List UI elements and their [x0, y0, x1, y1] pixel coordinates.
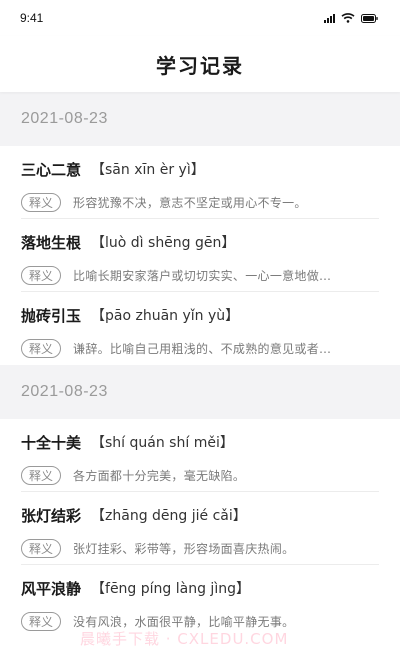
record-item[interactable]: 落地生根 【luò dì shēng gēn】 释义 比喻长期安家落户或切切实实…: [21, 219, 379, 292]
idiom-definition: 形容犹豫不决，意志不坚定或用心不专一。: [73, 195, 307, 210]
record-list: 三心二意 【sān xīn èr yì】 释义 形容犹豫不决，意志不坚定或用心不…: [0, 146, 400, 365]
date-label: 2021-08-23: [21, 110, 108, 127]
definition-tag: 释义: [21, 265, 62, 285]
status-time: 9:41: [20, 11, 44, 25]
idiom-definition: 各方面都十分完美，毫无缺陷。: [73, 468, 246, 483]
date-label: 2021-08-23: [21, 383, 108, 400]
record-item[interactable]: 十全十美 【shí quán shí měi】 释义 各方面都十分完美，毫无缺陷…: [21, 419, 379, 492]
definition-tag: 释义: [21, 338, 62, 358]
record-item[interactable]: 张灯结彩 【zhāng dēng jié cǎi】 释义 张灯挂彩、彩带等，形容…: [21, 492, 379, 565]
signal-icon: [324, 13, 335, 23]
idiom-definition: 张灯挂彩、彩带等，形容场面喜庆热闹。: [73, 541, 295, 556]
idiom-pinyin: 【sān xīn èr yì】: [91, 162, 205, 178]
idiom-word: 三心二意: [21, 160, 82, 179]
idiom-word: 落地生根: [21, 233, 82, 252]
idiom-pinyin: 【shí quán shí měi】: [91, 435, 234, 451]
idiom-pinyin: 【fēng píng làng jìng】: [91, 581, 250, 597]
idiom-word: 张灯结彩: [21, 506, 82, 525]
date-section-header: 2021-08-23: [0, 365, 400, 419]
date-section-header: 2021-08-23: [0, 92, 400, 146]
record-list: 十全十美 【shí quán shí měi】 释义 各方面都十分完美，毫无缺陷…: [0, 419, 400, 638]
definition-tag: 释义: [21, 538, 62, 558]
status-bar: 9:41: [0, 0, 400, 36]
idiom-word: 风平浪静: [21, 579, 82, 598]
record-item[interactable]: 抛砖引玉 【pāo zhuān yǐn yù】 释义 谦辞。比喻自己用粗浅的、不…: [21, 292, 379, 365]
record-content[interactable]: 2021-08-23 三心二意 【sān xīn èr yì】 释义 形容犹豫不…: [0, 92, 400, 661]
idiom-word: 抛砖引玉: [21, 306, 82, 325]
idiom-word: 十全十美: [21, 433, 82, 452]
page-title: 学习记录: [156, 53, 244, 78]
wifi-icon: [341, 13, 355, 23]
battery-icon: [361, 13, 378, 23]
idiom-pinyin: 【luò dì shēng gēn】: [91, 235, 236, 251]
idiom-definition: 比喻长期安家落户或切切实实、一心一意地做…: [73, 268, 332, 283]
definition-tag: 释义: [21, 465, 62, 485]
definition-tag: 释义: [21, 192, 62, 212]
record-item[interactable]: 三心二意 【sān xīn èr yì】 释义 形容犹豫不决，意志不坚定或用心不…: [21, 146, 379, 219]
idiom-pinyin: 【pāo zhuān yǐn yù】: [91, 308, 240, 324]
status-icons: [324, 13, 378, 23]
idiom-definition: 没有风浪，水面很平静，比喻平静无事。: [73, 614, 295, 629]
record-item[interactable]: 风平浪静 【fēng píng làng jìng】 释义 没有风浪，水面很平静…: [21, 565, 379, 638]
nav-header: 学习记录: [0, 36, 400, 92]
definition-tag: 释义: [21, 611, 62, 631]
idiom-definition: 谦辞。比喻自己用粗浅的、不成熟的意见或者…: [73, 341, 332, 356]
idiom-pinyin: 【zhāng dēng jié cǎi】: [91, 508, 247, 524]
